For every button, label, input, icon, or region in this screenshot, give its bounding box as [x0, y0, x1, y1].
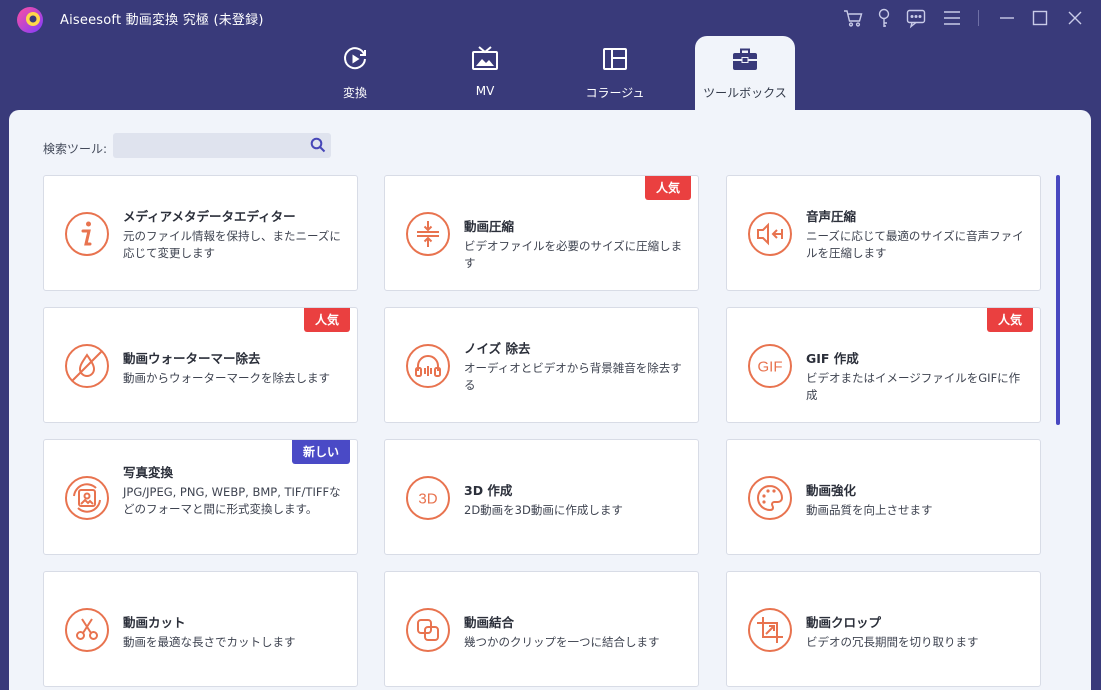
- tab-collage-label: コラージュ: [585, 86, 645, 100]
- menu-icon[interactable]: [941, 7, 963, 29]
- merge-icon: [406, 608, 450, 652]
- popular-badge: 人気: [986, 308, 1033, 332]
- audio-compress-icon: [748, 212, 792, 256]
- close-icon[interactable]: [1064, 7, 1086, 29]
- gif-icon: GIF: [748, 344, 792, 388]
- key-icon[interactable]: [873, 7, 895, 29]
- svg-text:GIF: GIF: [758, 359, 783, 376]
- tab-convert-label: 変換: [342, 86, 367, 100]
- new-badge: 新しい: [291, 440, 350, 464]
- tab-collage[interactable]: コラージュ: [565, 36, 665, 110]
- tool-title: メディアメタデータエディター: [123, 209, 296, 224]
- convert-icon: [344, 47, 366, 70]
- tool-card-video-cut[interactable]: 動画カット 動画を最適な長さでカットします: [43, 571, 358, 687]
- collage-icon: [603, 48, 627, 70]
- title-bar: Aiseesoft 動画変換 究極 (未登録): [0, 0, 1101, 36]
- popular-badge: 人気: [644, 176, 691, 200]
- 3d-icon: 3D: [406, 476, 450, 520]
- compress-icon: [406, 212, 450, 256]
- tool-card-watermark-remove[interactable]: 人気 動画ウォーターマー除去 動画からウォーターマークを除去します: [43, 307, 358, 423]
- tool-title: GIF 作成: [806, 351, 859, 366]
- popular-badge: 人気: [303, 308, 350, 332]
- tab-toolbox[interactable]: ツールボックス: [695, 36, 795, 110]
- cart-icon[interactable]: [842, 7, 864, 29]
- tab-toolbox-label: ツールボックス: [703, 86, 787, 100]
- scissors-icon: [65, 608, 109, 652]
- tool-title: 3D 作成: [464, 483, 513, 498]
- tool-card-noise-remove[interactable]: ノイズ 除去 オーディオとビデオから背景雑音を除去する: [384, 307, 699, 423]
- tool-card-video-enhance[interactable]: 動画強化 動画品質を向上させます: [726, 439, 1041, 555]
- tool-desc: 元のファイル情報を保持し、またニーズに応じて変更します: [123, 229, 341, 260]
- tool-title: 写真変換: [123, 465, 174, 480]
- toolbox-panel: 検索ツール: メディアメタデータエディター 元のファイル情報を保持し、またニーズ…: [9, 110, 1091, 690]
- photo-convert-icon: [65, 476, 109, 520]
- tool-title: 動画クロップ: [806, 615, 882, 630]
- tab-mv-label: MV: [475, 84, 495, 98]
- tool-title: 動画ウォーターマー除去: [123, 351, 261, 366]
- tab-convert[interactable]: 変換: [305, 36, 405, 110]
- tool-card-gif-maker[interactable]: 人気 GIF GIF 作成 ビデオまたはイメージファイルをGIFに作成: [726, 307, 1041, 423]
- tool-card-video-merge[interactable]: 動画結合 幾つかのクリップを一つに結合します: [384, 571, 699, 687]
- tool-card-audio-compress[interactable]: 音声圧縮 ニーズに応じて最適のサイズに音声ファイルを圧縮します: [726, 175, 1041, 291]
- tool-desc: ビデオファイルを必要のサイズに圧縮します: [464, 239, 683, 270]
- tool-desc: ビデオまたはイメージファイルをGIFに作成: [806, 371, 1021, 402]
- crop-icon: [748, 608, 792, 652]
- tool-desc: オーディオとビデオから背景雑音を除去する: [464, 361, 682, 392]
- scrollbar[interactable]: [1056, 175, 1060, 425]
- search-label: 検索ツール:: [43, 142, 108, 156]
- tool-desc: ビデオの冗長期間を切り取ります: [806, 635, 979, 649]
- app-logo-icon: [17, 7, 43, 33]
- window-title: Aiseesoft 動画変換 究極 (未登録): [60, 13, 264, 28]
- tool-title: 動画結合: [464, 615, 515, 630]
- search-box: [113, 133, 331, 158]
- tool-card-metadata-editor[interactable]: メディアメタデータエディター 元のファイル情報を保持し、またニーズに応じて変更し…: [43, 175, 358, 291]
- tool-desc: ニーズに応じて最適のサイズに音声ファイルを圧縮します: [806, 229, 1024, 260]
- minimize-icon[interactable]: [996, 7, 1018, 29]
- tool-title: ノイズ 除去: [464, 341, 531, 356]
- tool-title: 動画圧縮: [464, 219, 515, 234]
- tool-title: 音声圧縮: [806, 209, 857, 224]
- toolbox-icon: [733, 48, 757, 70]
- tool-card-video-crop[interactable]: 動画クロップ ビデオの冗長期間を切り取ります: [726, 571, 1041, 687]
- tool-title: 動画カット: [123, 615, 186, 630]
- mv-icon: [472, 46, 498, 70]
- search-icon[interactable]: [310, 137, 326, 153]
- svg-text:3D: 3D: [418, 491, 437, 508]
- tool-desc: 幾つかのクリップを一つに結合します: [464, 635, 660, 649]
- tool-desc: 2D動画を3D動画に作成します: [464, 503, 623, 517]
- noise-remove-icon: [406, 344, 450, 388]
- tool-card-photo-convert[interactable]: 新しい 写真変換 JPG/JPEG, PNG, WEBP, BMP, TIF/T…: [43, 439, 358, 555]
- tool-desc: 動画を最適な長さでカットします: [123, 635, 296, 649]
- titlebar-divider: [978, 10, 979, 26]
- maximize-icon[interactable]: [1029, 7, 1051, 29]
- tool-card-3d-maker[interactable]: 3D 3D 作成 2D動画を3D動画に作成します: [384, 439, 699, 555]
- tool-card-video-compress[interactable]: 人気 動画圧縮 ビデオファイルを必要のサイズに圧縮します: [384, 175, 699, 291]
- tool-desc: 動画からウォーターマークを除去します: [123, 371, 330, 385]
- info-icon: [65, 212, 109, 256]
- tool-desc: JPG/JPEG, PNG, WEBP, BMP, TIF/TIFFなどのフォー…: [123, 485, 341, 516]
- watermark-remove-icon: [65, 344, 109, 388]
- tab-mv[interactable]: MV: [435, 36, 535, 110]
- tool-desc: 動画品質を向上させます: [806, 503, 933, 517]
- search-input[interactable]: [113, 133, 303, 158]
- palette-icon: [748, 476, 792, 520]
- feedback-icon[interactable]: [905, 7, 927, 29]
- tool-title: 動画強化: [806, 483, 857, 498]
